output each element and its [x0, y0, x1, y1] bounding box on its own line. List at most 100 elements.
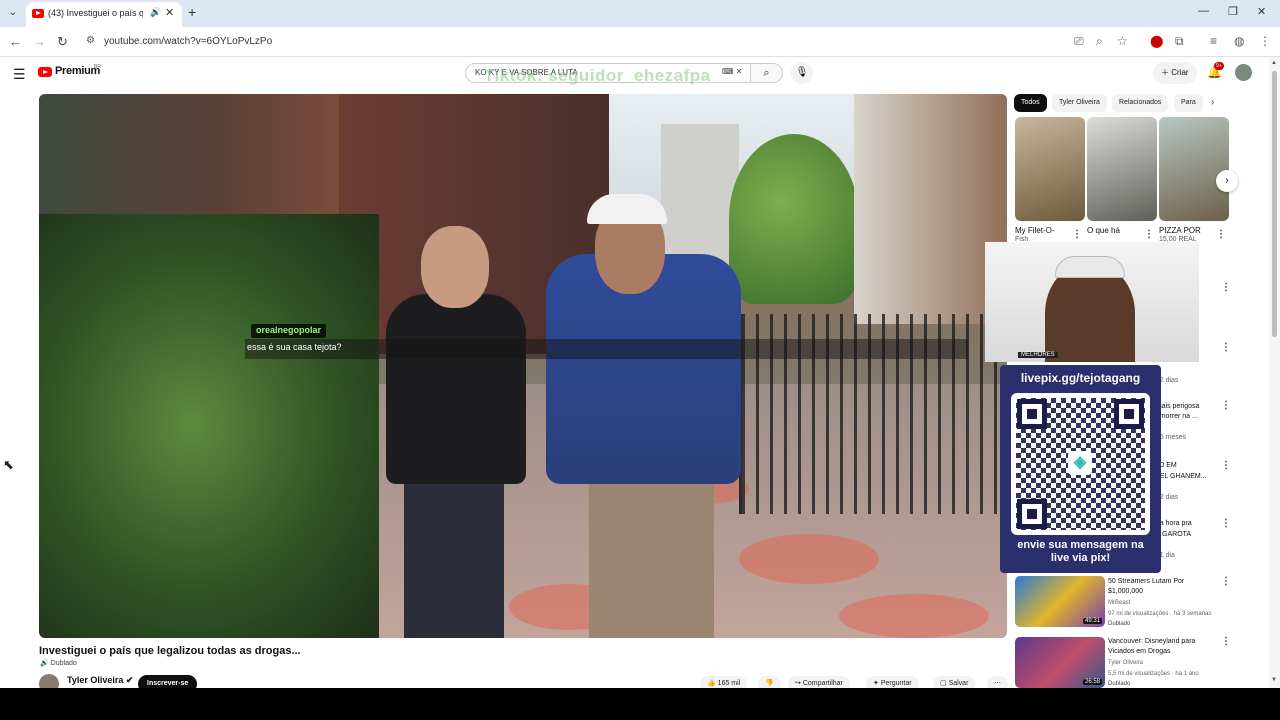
ask-label: Perguntar	[880, 680, 912, 687]
tab-title: (43) Investiguei o país que l	[48, 8, 143, 18]
search-button[interactable]: ⌕	[751, 63, 783, 83]
person-left-jacket	[386, 294, 526, 484]
short-title[interactable]: PIZZA POR	[1159, 226, 1217, 235]
person-left-legs	[404, 474, 504, 638]
streamer-figure	[1045, 264, 1135, 362]
channel-name-text: Tyler Oliveira	[67, 675, 124, 685]
streamer-webcam: MELHORES	[985, 242, 1199, 362]
short-thumbnail[interactable]	[1087, 117, 1157, 221]
sidewalk-pattern	[739, 534, 879, 584]
chat-overlay-bar	[245, 339, 968, 359]
video-trees	[729, 134, 859, 304]
mouse-cursor-icon: ⬉	[3, 457, 14, 472]
person-left-head	[421, 226, 489, 308]
page-scrollbar[interactable]: ▲ ▼	[1269, 57, 1280, 688]
qr-finder	[1017, 399, 1047, 429]
browser-tab-strip: ⌄ (43) Investiguei o país que l 🔊 ✕ + — …	[0, 0, 1280, 27]
notification-badge: 9+	[1214, 62, 1224, 70]
like-count: 165 mil	[717, 680, 741, 687]
new-tab-icon[interactable]: +	[188, 4, 196, 20]
video-bush	[39, 214, 379, 638]
more-options-icon[interactable]: ⋮	[1221, 342, 1231, 353]
create-button[interactable]: ＋ Criar	[1153, 62, 1197, 84]
sidewalk-pattern	[839, 594, 989, 638]
reload-icon[interactable]: ↻	[57, 34, 68, 50]
short-title[interactable]: My Filet-O-	[1015, 226, 1073, 235]
short-thumbnail[interactable]	[1159, 117, 1229, 221]
channel-name[interactable]: Tyler Oliveira ✔	[67, 675, 133, 686]
video-player[interactable]	[39, 94, 1007, 638]
related-thumbnail[interactable]: 49:31	[1015, 576, 1105, 627]
short-thumbnail[interactable]	[1015, 117, 1085, 221]
scroll-up-icon[interactable]: ▲	[1271, 60, 1277, 66]
chip-para[interactable]: Para	[1174, 94, 1203, 112]
logo-region: BR	[94, 64, 101, 70]
related-dubbed: Dublado	[1108, 621, 1131, 627]
more-options-icon[interactable]: ⋮	[1221, 518, 1231, 529]
more-options-icon[interactable]: ⋮	[1072, 229, 1082, 240]
browser-tab[interactable]: (43) Investiguei o país que l 🔊 ✕	[26, 2, 182, 27]
pix-url: livepix.gg/tejotagang	[1020, 371, 1141, 385]
chat-username: orealnegopolar	[251, 324, 327, 338]
video-duration: 49:31	[1082, 618, 1102, 624]
media-icon[interactable]: ≡	[1210, 34, 1217, 48]
related-meta: 97 mi de visualizações · há 3 semanas	[1108, 611, 1212, 617]
related-title[interactable]: Vancouver: Disneyland para Viciados em D…	[1108, 637, 1213, 657]
short-title[interactable]: O que há	[1087, 226, 1145, 235]
pix-message-line2: live via pix!	[1050, 552, 1111, 564]
minimize-icon[interactable]: —	[1198, 5, 1209, 17]
more-options-icon[interactable]: ⋮	[1221, 460, 1231, 471]
pix-logo-icon: ◈	[1068, 451, 1092, 475]
related-channel[interactable]: MrBeast	[1108, 600, 1130, 606]
keyboard-clear-icon[interactable]: ⌨ ✕	[722, 67, 742, 76]
qr-finder	[1114, 399, 1144, 429]
extensions-icon[interactable]: ⧉	[1175, 34, 1184, 49]
tiktok-watermark: Tiktok: seguidor_ehezafpa	[484, 66, 711, 85]
zoom-icon[interactable]: ⌕	[1096, 34, 1103, 49]
tab-search-icon[interactable]: ⌄	[6, 6, 20, 20]
close-tab-icon[interactable]: ✕	[165, 6, 174, 19]
bookmark-star-icon[interactable]: ☆	[1117, 34, 1128, 48]
more-options-icon[interactable]: ⋮	[1221, 400, 1231, 411]
chip-todos[interactable]: Todos	[1014, 94, 1047, 112]
youtube-logo-icon[interactable]	[38, 67, 52, 77]
qr-code: ◈	[1011, 393, 1150, 535]
dubbed-text: Dublado	[50, 660, 77, 667]
forward-icon[interactable]: →	[33, 34, 46, 49]
more-options-icon[interactable]: ⋮	[1216, 229, 1226, 240]
related-thumbnail[interactable]: 26:58	[1015, 637, 1105, 688]
audio-icon[interactable]: 🔊	[150, 7, 161, 18]
related-channel[interactable]: Tyler Oliveira	[1108, 660, 1143, 666]
more-options-icon[interactable]: ⋮	[1221, 636, 1231, 647]
more-options-icon[interactable]: ⋮	[1221, 576, 1231, 587]
more-options-icon[interactable]: ⋮	[1221, 282, 1231, 293]
scroll-thumb[interactable]	[1272, 71, 1277, 337]
cam-label: MELHORES	[1018, 352, 1058, 358]
chip-relacionados[interactable]: Relacionados	[1112, 94, 1169, 112]
avatar[interactable]	[1235, 64, 1252, 81]
pix-donation-card: livepix.gg/tejotagang ◈ envie sua mensag…	[1000, 365, 1161, 573]
mic-icon[interactable]: 🎙	[791, 62, 813, 84]
video-title: Investiguei o país que legalizou todas a…	[39, 645, 301, 657]
youtube-favicon-icon	[32, 9, 44, 18]
extension-icon[interactable]: ⬤	[1150, 34, 1163, 48]
chip-tyler-oliveira[interactable]: Tyler Oliveira	[1052, 94, 1107, 112]
back-icon[interactable]: ←	[9, 34, 22, 49]
youtube-header: ☰ Premium BR KO KY E VA SOBRE A LUTA ⌨ ✕…	[0, 57, 1280, 92]
pix-message-line1: envie sua mensagem na	[1017, 539, 1144, 551]
dubbed-label: 🔊 Dublado	[40, 660, 77, 667]
shorts-next-icon[interactable]: ›	[1216, 170, 1238, 192]
profile-icon[interactable]: ◍	[1234, 34, 1244, 48]
close-window-icon[interactable]: ✕	[1257, 5, 1266, 18]
browser-menu-icon[interactable]: ⋮	[1259, 34, 1271, 48]
url-field[interactable]: youtube.com/watch?v=6OYLoPvLzPo	[104, 36, 272, 47]
related-title[interactable]: 50 Streamers Lutam Por $1,000,000	[1108, 577, 1213, 597]
restore-icon[interactable]: ❐	[1228, 5, 1238, 18]
hamburger-menu-icon[interactable]: ☰	[13, 66, 26, 83]
chevron-right-icon[interactable]: ›	[1211, 97, 1214, 108]
site-info-icon[interactable]: ⚙	[86, 35, 95, 46]
scroll-down-icon[interactable]: ▼	[1271, 677, 1277, 683]
more-options-icon[interactable]: ⋮	[1144, 229, 1154, 240]
cast-icon[interactable]: ⎚	[1074, 34, 1084, 49]
qr-finder	[1017, 499, 1047, 529]
